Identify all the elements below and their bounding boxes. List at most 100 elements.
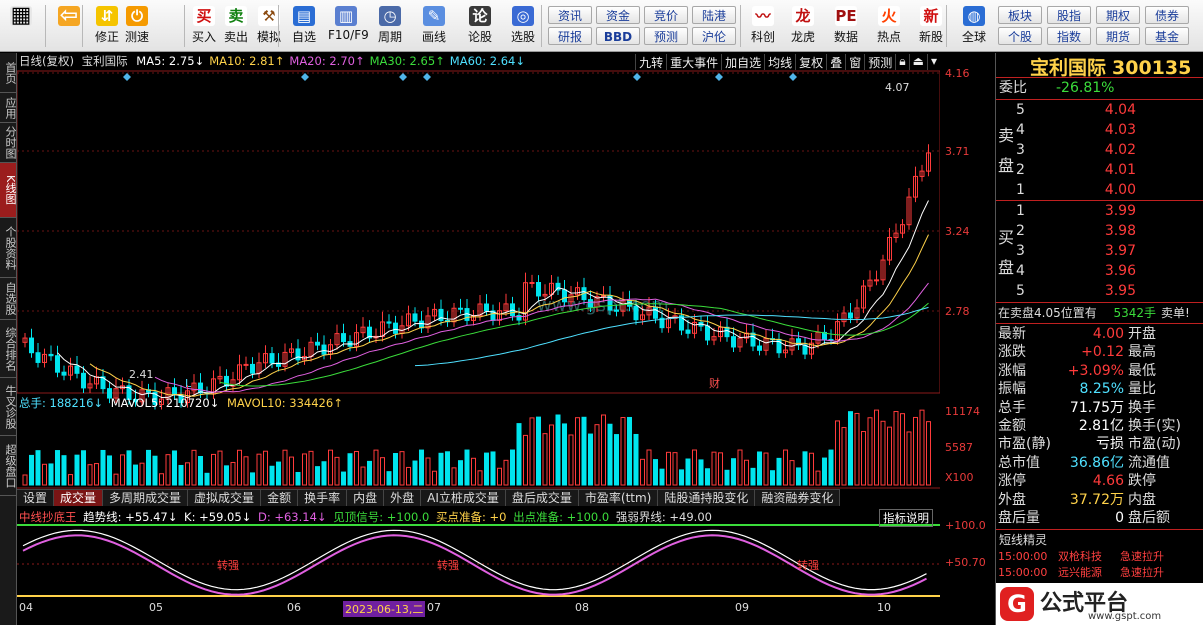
kline-btn-3[interactable]: 均线 [764, 54, 795, 70]
short-elf-row[interactable]: 15:00:00 远兴能源 急速拉升 [996, 565, 1203, 581]
alert-qty: 5342手 [1113, 306, 1156, 320]
x-tick-4: 07 [427, 601, 441, 614]
volume-tab-8[interactable]: AI立桩成交量 [421, 490, 506, 506]
event-marker[interactable] [789, 73, 797, 81]
event-marker[interactable] [123, 73, 131, 81]
menu-dropdown-icon[interactable]: ▾ [926, 54, 940, 70]
event-marker[interactable] [633, 73, 641, 81]
kline-btn-4[interactable]: 复权 [795, 54, 826, 70]
grid-button-r0-2[interactable]: 期权 [1096, 6, 1140, 24]
volume-tab-12[interactable]: 融资融券变化 [755, 490, 841, 506]
kline-btn-6[interactable]: 窗 [845, 54, 864, 70]
volume-tab-4[interactable]: 金额 [261, 490, 299, 506]
grid-button-r0-1[interactable]: 股指 [1047, 6, 1091, 24]
grid-button-r1-3[interactable]: 基金 [1145, 27, 1189, 45]
discuss-button[interactable]: 论论股 [462, 4, 498, 48]
event-marker[interactable] [715, 73, 723, 81]
volume-bar [412, 460, 418, 486]
sell-level: 1 [1016, 182, 1025, 198]
event-marker[interactable] [301, 73, 309, 81]
grid-button-r1-1[interactable]: 指数 [1047, 27, 1091, 45]
toolbar-label: 周期 [377, 30, 402, 44]
pe-button[interactable]: PE 数据 [827, 4, 865, 48]
volume-bar [666, 451, 671, 486]
left-tab-6[interactable]: 综合排名 [0, 320, 17, 378]
kline-btn-5[interactable]: 叠 [826, 54, 845, 70]
indicator-strong: 强弱界线: +49.00 [615, 510, 712, 524]
f10-button[interactable]: ▥ F10/F9 [328, 4, 369, 48]
volume-bar [380, 457, 385, 486]
volume-bar [360, 466, 366, 486]
event-marker[interactable] [399, 73, 407, 81]
volume-tab-10[interactable]: 市盈率(ttm) [579, 490, 659, 506]
volume-bar [867, 417, 873, 486]
buy-button[interactable]: 买买入 [186, 4, 222, 48]
grid-button-0-3[interactable]: 陆港 [692, 6, 736, 24]
hammer-button[interactable]: ⚒ 模拟 [251, 4, 287, 48]
volume-bar [263, 450, 268, 486]
left-tab-2[interactable]: 分时图 [0, 123, 17, 163]
indicator-help-button[interactable]: 指标说明 [879, 509, 933, 527]
windows-button[interactable]: ▦ [3, 4, 39, 48]
grid-button-r1-2[interactable]: 期货 [1096, 27, 1140, 45]
grid-button-r0-3[interactable]: 债券 [1145, 6, 1189, 24]
grid-button-1-1[interactable]: BBD [596, 27, 640, 45]
candle [172, 387, 177, 396]
volume-tab-7[interactable]: 外盘 [384, 490, 422, 506]
event-marker[interactable] [423, 73, 431, 81]
kline-btn-0[interactable]: 九转 [635, 54, 666, 70]
volume-bar [919, 409, 925, 486]
dragon-button[interactable]: 龙龙虎 [784, 4, 822, 48]
volume-bar [68, 474, 73, 486]
kline-chart-svg[interactable]: 4.072.41L 财www.gspt.com转强 转强 转强 [17, 53, 940, 625]
grid-button-0-1[interactable]: 资金 [596, 6, 640, 24]
volume-bar [926, 421, 931, 486]
toolbar-label: 自选 [291, 30, 316, 44]
candle [731, 336, 736, 348]
pencil-button[interactable]: ✎ 画线 [416, 4, 452, 48]
volume-bar [627, 416, 632, 486]
pin-icon[interactable]: ⏏ [908, 54, 927, 70]
globe-button[interactable]: ◍ 全球 [955, 4, 993, 48]
left-tab-5[interactable]: 自选股 [0, 278, 17, 320]
stat-label: 涨幅 [998, 362, 1026, 379]
chart-button[interactable]: 〰科创 [744, 4, 782, 48]
left-tab-1[interactable]: 应用 [0, 93, 17, 123]
kline-btn-2[interactable]: 加自选 [721, 54, 764, 70]
volume-tab-11[interactable]: 陆股通持股变化 [658, 490, 756, 506]
new-stock-button[interactable]: 新新股 [912, 4, 950, 48]
grid-button-1-2[interactable]: 预测 [644, 27, 688, 45]
volume-tab-1[interactable]: 成交量 [54, 490, 104, 506]
left-tab-3[interactable]: K线图 [0, 163, 17, 218]
fire-button[interactable]: 火热点 [870, 4, 908, 48]
left-tab-8[interactable]: 超级盘口 [0, 436, 17, 496]
grid-button-0-0[interactable]: 资讯 [548, 6, 592, 24]
volume-tab-2[interactable]: 多周期成交量 [103, 490, 189, 506]
volume-bar [705, 468, 710, 486]
volume-tab-0[interactable]: 设置 [17, 490, 55, 506]
short-elf-row[interactable]: 15:00:00 双枪科技 急速拉升 [996, 549, 1203, 565]
volume-bar [425, 457, 431, 486]
grid-button-0-2[interactable]: 竞价 [644, 6, 688, 24]
lock-icon[interactable]: 🔒︎ [895, 54, 908, 70]
grid-button-1-3[interactable]: 沪伦 [692, 27, 736, 45]
volume-tab-6[interactable]: 内盘 [347, 490, 385, 506]
left-tab-7[interactable]: 牛叉诊股 [0, 378, 17, 436]
grid-button-r1-0[interactable]: 个股 [998, 27, 1042, 45]
clock-button[interactable]: ◷ 周期 [372, 4, 408, 48]
kline-btn-1[interactable]: 重大事件 [666, 54, 721, 70]
volume-tab-5[interactable]: 换手率 [298, 490, 348, 506]
grid-button-r0-0[interactable]: 板块 [998, 6, 1042, 24]
y-tick-6: X100 [945, 471, 974, 484]
left-tab-0[interactable]: 首页 [0, 53, 17, 93]
left-tab-4[interactable]: 个股资料 [0, 218, 17, 278]
grid-button-1-0[interactable]: 研报 [548, 27, 592, 45]
kline-btn-7[interactable]: 预测 [864, 54, 895, 70]
power-button[interactable]: ⏻ 测速 [119, 4, 155, 48]
search-stock-button[interactable]: ◎ 选股 [505, 4, 541, 48]
sell-button[interactable]: 卖卖出 [218, 4, 254, 48]
volume-tab-9[interactable]: 盘后成交量 [506, 490, 579, 506]
volume-tab-3[interactable]: 虚拟成交量 [188, 490, 262, 506]
favorites-button[interactable]: ▤ 自选 [286, 4, 322, 48]
indicator-name[interactable]: 中线抄底王 [19, 510, 77, 524]
